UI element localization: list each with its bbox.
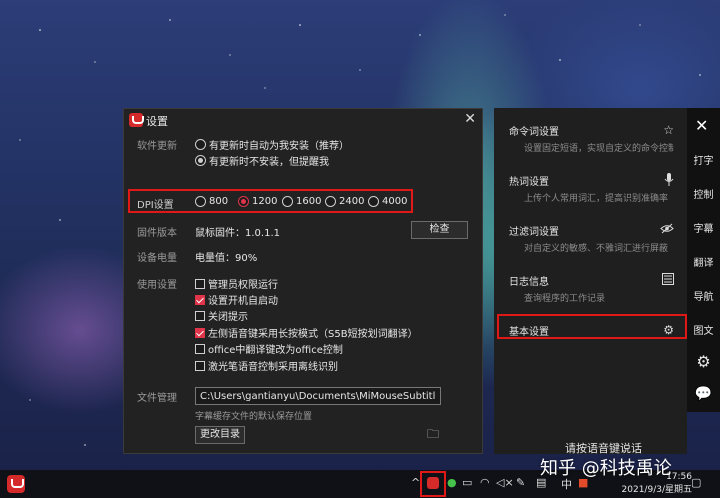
dpi-option-2400[interactable]: 2400	[325, 196, 364, 207]
chat-icon[interactable]: 💬	[687, 386, 720, 402]
usage-settings-label: 使用设置	[137, 280, 177, 291]
radio-icon	[368, 196, 379, 207]
radio-icon	[325, 196, 336, 207]
side-panel: 命令词设置 设置固定短语，实现自定义的命令控制 ☆ 热词设置 上传个人常用词汇，…	[494, 108, 687, 454]
radio-icon	[195, 139, 206, 150]
path-input[interactable]	[195, 387, 441, 405]
rail-item-control[interactable]: 控制	[687, 186, 720, 201]
update-auto-radio[interactable]: 有更新时自动为我安装（推荐）	[195, 137, 349, 152]
usage-option-office[interactable]: office中翻译键改为office控制	[195, 341, 343, 356]
usage-option-long-press[interactable]: 左侧语音键采用长按模式（S5B短按划词翻译）	[195, 325, 418, 340]
window-title: 设置	[146, 115, 168, 128]
function-rail: ✕ 打字 控制 字幕 翻译 导航 图文 ⚙ 💬	[687, 108, 720, 412]
panel-item-filter-words[interactable]: 过滤词设置 对自定义的敏感、不雅词汇进行屏蔽	[494, 216, 687, 256]
taskbar-app-icon[interactable]	[7, 475, 25, 493]
check-update-button[interactable]: 检查	[411, 221, 468, 239]
rail-item-translate[interactable]: 翻译	[687, 254, 720, 269]
update-notify-radio[interactable]: 有更新时不安装，但提醒我	[195, 153, 329, 168]
notification-icon[interactable]: ▢	[691, 476, 701, 489]
window-titlebar: 设置 ✕	[124, 109, 482, 131]
panel-item-hot-words[interactable]: 热词设置 上传个人常用词汇，提高识别准确率	[494, 166, 687, 206]
clock-date: 2021/9/3/星期五	[621, 485, 692, 495]
radio-selected-icon	[195, 155, 206, 166]
wifi-icon[interactable]: ◠	[480, 476, 490, 489]
folder-icon[interactable]: 🗀	[427, 425, 439, 446]
checkbox-icon	[195, 360, 205, 371]
radio-icon	[195, 196, 206, 207]
log-icon	[662, 273, 674, 288]
usage-option-offline[interactable]: 激光笔语音控制采用离线识别	[195, 358, 338, 373]
checkbox-checked-icon	[195, 327, 205, 338]
star-icon: ☆	[663, 123, 674, 137]
firmware-label: 固件版本	[137, 228, 177, 239]
panel-item-log[interactable]: 日志信息 查询程序的工作记录	[494, 266, 687, 306]
rail-item-image-text[interactable]: 图文	[687, 322, 720, 337]
checkbox-icon	[195, 343, 205, 354]
checkbox-icon	[195, 278, 205, 289]
close-icon[interactable]: ✕	[695, 116, 708, 135]
dpi-option-1200[interactable]: 1200	[238, 196, 277, 207]
dpi-option-800[interactable]: 800	[195, 196, 228, 207]
battery-icon[interactable]: ▭	[462, 476, 472, 489]
eye-off-icon	[660, 223, 674, 237]
checkbox-checked-icon	[195, 294, 205, 305]
radio-selected-icon	[238, 196, 249, 207]
battery-value: 电量值：90%	[195, 253, 258, 264]
panel-item-command-words[interactable]: 命令词设置 设置固定短语，实现自定义的命令控制 ☆	[494, 116, 687, 156]
close-icon[interactable]: ✕	[464, 111, 476, 127]
checkbox-icon	[195, 310, 205, 321]
microphone-icon	[664, 173, 674, 189]
app-logo-icon	[129, 113, 144, 127]
usage-option-autostart[interactable]: 设置开机自启动	[195, 292, 278, 307]
basic-settings-highlight-box	[497, 314, 687, 339]
rail-item-subtitle[interactable]: 字幕	[687, 220, 720, 235]
rail-item-typing[interactable]: 打字	[687, 152, 720, 167]
software-update-label: 软件更新	[137, 141, 177, 152]
rail-item-navigation[interactable]: 导航	[687, 288, 720, 303]
pen-icon[interactable]: ✎	[516, 476, 525, 489]
file-management-label: 文件管理	[137, 393, 177, 404]
firmware-value: 鼠标固件：1.0.1.1	[195, 228, 280, 239]
change-directory-button[interactable]: 更改目录	[195, 426, 245, 444]
watermark: 知乎 @科技禹论	[540, 458, 672, 479]
usage-option-close-tips[interactable]: 关闭提示	[195, 308, 248, 323]
radio-icon	[282, 196, 293, 207]
battery-label: 设备电量	[137, 253, 177, 264]
dpi-label: DPI设置	[137, 200, 174, 211]
tray-highlight-box	[420, 471, 446, 497]
dpi-option-4000[interactable]: 4000	[368, 196, 407, 207]
chevron-up-icon[interactable]: ^	[411, 476, 420, 489]
path-hint: 字幕缓存文件的默认保存位置	[195, 412, 313, 422]
gear-icon[interactable]: ⚙	[687, 352, 720, 371]
wechat-icon[interactable]: ●	[447, 476, 457, 489]
volume-icon[interactable]: ◁×	[496, 476, 514, 489]
dpi-option-1600[interactable]: 1600	[282, 196, 321, 207]
usage-option-admin[interactable]: 管理员权限运行	[195, 276, 278, 291]
